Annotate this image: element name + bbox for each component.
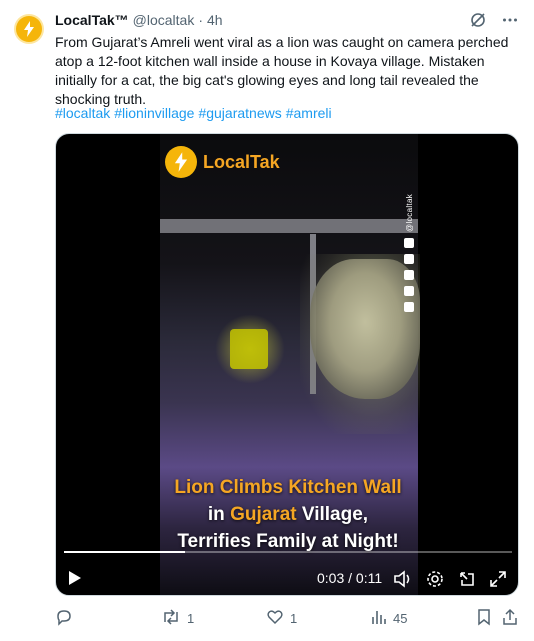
- share-button[interactable]: [502, 608, 518, 629]
- tweet-header: LocalTak™ @localtak · 4h: [55, 12, 223, 28]
- views-count: 45: [393, 611, 408, 626]
- video-progress-bar[interactable]: [64, 551, 512, 553]
- like-button[interactable]: 1: [266, 608, 297, 629]
- action-bar: 1 1 45: [55, 608, 517, 628]
- views-icon: [371, 608, 387, 629]
- instagram-icon: [404, 301, 414, 312]
- views-button[interactable]: 45: [371, 608, 407, 629]
- brand-name: LocalTak: [203, 151, 280, 172]
- separator-dot: ·: [198, 12, 204, 28]
- more-icon[interactable]: [500, 10, 520, 30]
- video-side-icons: @localtak: [402, 194, 416, 312]
- facebook-icon: [404, 285, 414, 296]
- video-progress-fill: [64, 551, 185, 553]
- tweet[interactable]: LocalTak™ @localtak · 4h From Gujarat’s …: [0, 0, 534, 641]
- youtube-icon: [404, 237, 414, 248]
- repost-icon: [161, 608, 181, 629]
- video-time: 0:03 / 0:11: [317, 570, 383, 586]
- video-controls: 0:03 / 0:11: [56, 564, 518, 592]
- top-actions: [468, 10, 520, 30]
- author-name[interactable]: LocalTak™: [55, 12, 129, 28]
- volume-icon[interactable]: [393, 569, 413, 589]
- video-player[interactable]: LocalTak @localtak Lion Climbs Kitchen W…: [55, 133, 519, 596]
- like-count: 1: [290, 611, 298, 626]
- pip-icon[interactable]: [457, 569, 477, 589]
- hashtag-link[interactable]: #amreli: [286, 104, 332, 123]
- localtak-logo-icon: [165, 146, 197, 178]
- caption-line-1: Lion Climbs Kitchen Wall: [174, 477, 402, 498]
- localtak-logo-icon: [16, 16, 42, 42]
- grok-icon[interactable]: [468, 10, 488, 30]
- repost-count: 1: [187, 611, 195, 626]
- avatar[interactable]: [14, 14, 44, 44]
- hashtags: #localtak #lioninvillage #gujaratnews #a…: [55, 104, 332, 123]
- bookmark-icon: [476, 608, 492, 629]
- reply-icon: [55, 608, 73, 629]
- bookmark-button[interactable]: [476, 608, 492, 629]
- hashtag-link[interactable]: #localtak: [55, 104, 110, 123]
- x-icon: [404, 269, 414, 280]
- repost-button[interactable]: 1: [161, 608, 194, 629]
- video-caption: Lion Climbs Kitchen Wall in Gujarat Vill…: [56, 474, 518, 555]
- ceiling-shape: [160, 219, 418, 233]
- author-handle[interactable]: @localtak: [133, 12, 195, 28]
- lamp-shape: [230, 329, 268, 369]
- video-brand: LocalTak: [165, 146, 280, 178]
- hashtag-link[interactable]: #gujaratnews: [198, 104, 281, 123]
- play-icon[interactable]: [68, 570, 82, 591]
- hashtag-link[interactable]: #lioninvillage: [114, 104, 194, 123]
- settings-icon[interactable]: [425, 569, 445, 589]
- side-handle: @localtak: [404, 194, 414, 232]
- tweet-text: From Gujarat’s Amreli went viral as a li…: [55, 34, 509, 107]
- share-icon: [502, 608, 518, 629]
- fullscreen-icon[interactable]: [488, 569, 508, 589]
- caption-line-2: in Gujarat Village,: [207, 504, 369, 525]
- reply-button[interactable]: [55, 608, 79, 629]
- threads-icon: [404, 253, 414, 264]
- like-icon: [266, 608, 284, 629]
- timestamp[interactable]: 4h: [207, 12, 223, 28]
